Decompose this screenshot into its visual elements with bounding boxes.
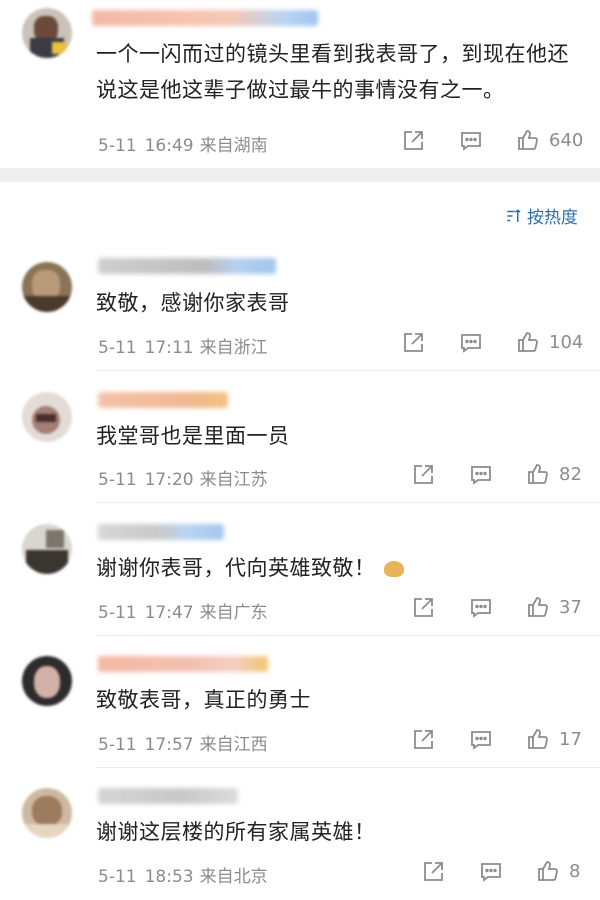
comment-time: 17:57 — [144, 735, 194, 755]
like-count: 104 — [549, 332, 584, 353]
avatar[interactable] — [22, 392, 72, 442]
username-blurred[interactable] — [98, 788, 238, 804]
share-icon[interactable] — [401, 129, 425, 153]
comment-meta: 5-11 17:11 来自浙江 — [98, 333, 274, 358]
sort-by-heat-button[interactable]: 按热度 — [505, 203, 578, 228]
comment-text: 谢谢这层楼的所有家属英雄！ — [96, 820, 376, 844]
comment-date: 5-11 — [98, 338, 137, 358]
comment-icon[interactable] — [459, 129, 483, 153]
share-icon[interactable] — [411, 728, 435, 752]
comment-date: 5-11 — [98, 603, 137, 623]
row-divider — [96, 635, 600, 636]
thumbs-up-icon[interactable] — [516, 330, 540, 354]
share-icon[interactable] — [411, 463, 435, 487]
comment-date: 5-11 — [98, 735, 137, 755]
username-blurred[interactable] — [92, 10, 318, 26]
comment-meta: 5-11 17:57 来自江西 — [98, 730, 274, 755]
comment-text: 致敬表哥，真正的勇士 — [96, 688, 311, 712]
avatar[interactable] — [22, 8, 72, 58]
comment-meta: 5-11 17:20 来自江苏 — [98, 465, 274, 490]
thumbs-up-icon[interactable] — [526, 595, 550, 619]
row-divider — [96, 370, 600, 371]
comment-icon[interactable] — [469, 728, 493, 752]
comment-location: 来自江西 — [199, 735, 268, 755]
avatar[interactable] — [22, 788, 72, 838]
share-icon[interactable] — [421, 860, 445, 884]
comment-icon[interactable] — [479, 860, 503, 884]
like-count: 37 — [559, 597, 582, 618]
row-divider — [96, 502, 600, 503]
top-post: 一个一闪而过的镜头里看到我表哥了，到现在他还说这是他这辈子做过最牛的事情没有之一… — [0, 0, 600, 168]
username-blurred[interactable] — [98, 656, 268, 672]
thumbs-up-icon[interactable] — [526, 462, 550, 486]
comment-location: 来自浙江 — [199, 338, 268, 358]
comments-page: 一个一闪而过的镜头里看到我表哥了，到现在他还说这是他这辈子做过最牛的事情没有之一… — [0, 0, 600, 900]
thumbs-up-icon[interactable] — [526, 727, 550, 751]
comment-time: 18:53 — [144, 867, 194, 887]
like-count: 640 — [549, 130, 584, 151]
username-blurred[interactable] — [98, 258, 276, 274]
comment-time: 17:11 — [144, 338, 194, 358]
comment-icon[interactable] — [469, 596, 493, 620]
comment-location: 来自江苏 — [199, 470, 268, 490]
comment-text: 致敬，感谢你家表哥 — [96, 291, 290, 315]
comment-location: 来自北京 — [199, 867, 268, 887]
comment-date: 5-11 — [98, 867, 137, 887]
post-time: 16:49 — [144, 136, 194, 156]
post-date: 5-11 — [98, 136, 137, 156]
comment-date: 5-11 — [98, 470, 137, 490]
comment-text: 我堂哥也是里面一员 — [96, 424, 290, 448]
comment-text-content: 谢谢你表哥，代向英雄致敬！ — [96, 556, 376, 580]
username-blurred[interactable] — [98, 392, 228, 408]
comment-meta: 5-11 18:53 来自北京 — [98, 862, 274, 887]
share-icon[interactable] — [411, 596, 435, 620]
post-meta: 5-11 16:49 来自湖南 — [98, 131, 274, 156]
avatar[interactable] — [22, 656, 72, 706]
comment-icon[interactable] — [459, 331, 483, 355]
username-blurred[interactable] — [98, 524, 224, 540]
thumbs-up-icon[interactable] — [536, 859, 560, 883]
comment-time: 17:20 — [144, 470, 194, 490]
like-count: 82 — [559, 464, 582, 485]
comment-text: 谢谢你表哥，代向英雄致敬！ — [96, 550, 404, 586]
comment-icon[interactable] — [469, 463, 493, 487]
sort-icon — [507, 208, 521, 222]
sort-label: 按热度 — [527, 208, 578, 228]
comment-location: 来自广东 — [199, 603, 268, 623]
thumbs-up-icon[interactable] — [516, 128, 540, 152]
avatar[interactable] — [22, 262, 72, 312]
comment-time: 17:47 — [144, 603, 194, 623]
post-location: 来自湖南 — [199, 136, 268, 156]
folded-hands-emoji-icon — [383, 561, 404, 577]
like-count: 17 — [559, 729, 582, 750]
section-separator — [0, 168, 600, 182]
share-icon[interactable] — [401, 331, 425, 355]
avatar[interactable] — [22, 524, 72, 574]
post-text: 一个一闪而过的镜头里看到我表哥了，到现在他还说这是他这辈子做过最牛的事情没有之一… — [96, 42, 569, 102]
comment-meta: 5-11 17:47 来自广东 — [98, 598, 274, 623]
like-count: 8 — [569, 861, 581, 882]
row-divider — [96, 767, 600, 768]
